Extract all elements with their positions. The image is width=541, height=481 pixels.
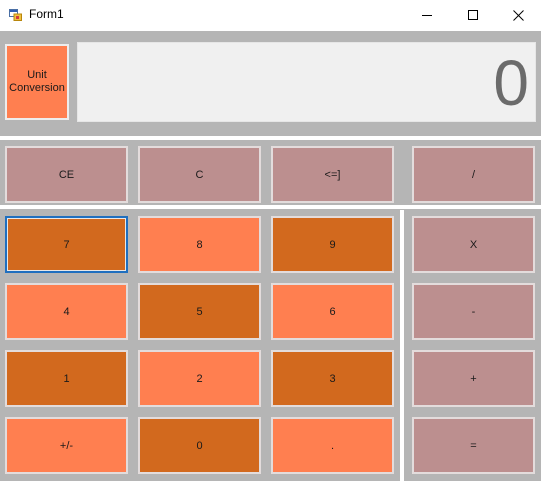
divide-button[interactable]: / (412, 146, 535, 203)
digit-0-button[interactable]: 0 (138, 417, 261, 474)
window-title: Form1 (29, 7, 64, 21)
decimal-button[interactable]: . (271, 417, 394, 474)
minimize-button[interactable] (404, 0, 450, 30)
equals-button[interactable]: = (412, 417, 535, 474)
digit-9-button[interactable]: 9 (271, 216, 394, 273)
unit-conversion-label: Unit Conversion (9, 69, 65, 94)
digit-5-button[interactable]: 5 (138, 283, 261, 340)
digit-6-button[interactable]: 6 (271, 283, 394, 340)
result-display: 0 (77, 42, 536, 122)
separator-top (0, 136, 541, 140)
digit-3-button[interactable]: 3 (271, 350, 394, 407)
close-button[interactable] (495, 0, 541, 30)
unit-conversion-button[interactable]: Unit Conversion (5, 44, 69, 120)
clear-button[interactable]: C (138, 146, 261, 203)
separator-middle (0, 205, 541, 209)
add-button[interactable]: + (412, 350, 535, 407)
clear-entry-button[interactable]: CE (5, 146, 128, 203)
multiply-button[interactable]: X (412, 216, 535, 273)
digit-8-button[interactable]: 8 (138, 216, 261, 273)
title-bar: Form1 (0, 0, 541, 31)
display-value: 0 (493, 47, 529, 119)
negate-button[interactable]: +/- (5, 417, 128, 474)
digit-7-button[interactable]: 7 (5, 216, 128, 273)
app-icon (9, 8, 22, 21)
digit-4-button[interactable]: 4 (5, 283, 128, 340)
maximize-button[interactable] (450, 0, 496, 30)
digit-1-button[interactable]: 1 (5, 350, 128, 407)
backspace-button[interactable]: <=] (271, 146, 394, 203)
digit-2-button[interactable]: 2 (138, 350, 261, 407)
separator-vertical (400, 210, 404, 481)
subtract-button[interactable]: - (412, 283, 535, 340)
